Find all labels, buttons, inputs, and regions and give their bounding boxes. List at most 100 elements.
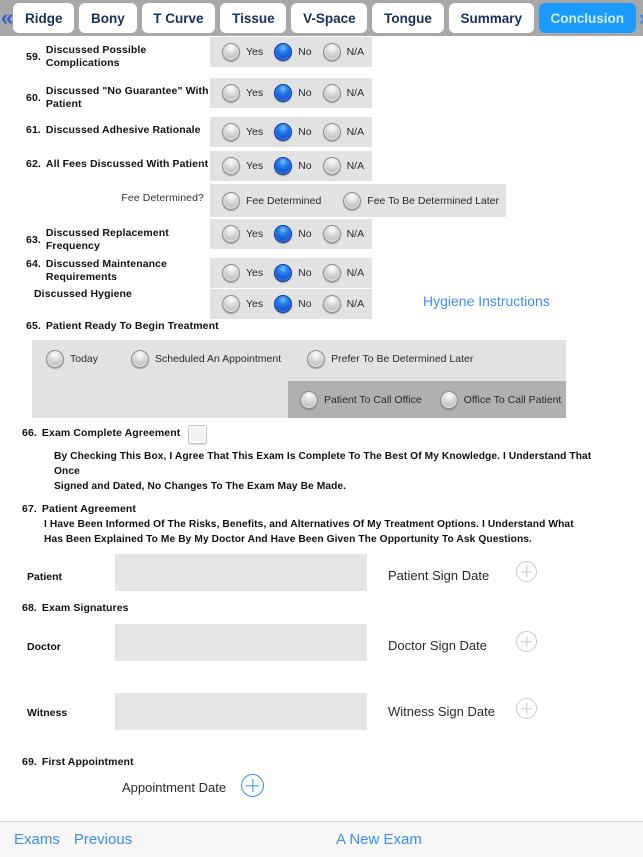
tab-ridge[interactable]: Ridge: [13, 3, 75, 33]
tab-label: Conclusion: [550, 10, 624, 26]
radio-icon[interactable]: [322, 295, 341, 313]
option-yes[interactable]: Yes: [222, 295, 263, 313]
option-today[interactable]: Today: [46, 350, 98, 368]
previous-button[interactable]: Previous: [74, 831, 132, 848]
radio-icon[interactable]: [131, 350, 150, 368]
question-text: Patient Agreement: [41, 503, 136, 515]
radio-icon[interactable]: [274, 225, 293, 243]
new-exam-button[interactable]: A New Exam: [336, 831, 422, 848]
form-scroll-area[interactable]: 59. Discussed Possible Complications Yes…: [0, 36, 643, 821]
radio-icon[interactable]: [222, 295, 240, 313]
option-na[interactable]: N/A: [322, 157, 365, 175]
option-yes[interactable]: Yes: [222, 84, 263, 102]
option-yes[interactable]: Yes: [222, 225, 263, 243]
option-no[interactable]: No: [274, 295, 312, 313]
option-label: Fee To Be Determined Later: [367, 194, 500, 207]
option-na[interactable]: N/A: [322, 225, 364, 243]
witness-sign-date-plus-circle-icon[interactable]: [516, 698, 537, 719]
tab-bony[interactable]: Bony: [79, 3, 137, 33]
option-no[interactable]: No: [274, 43, 312, 61]
radio-icon[interactable]: [322, 157, 341, 175]
question-text: Exam Signatures: [41, 602, 129, 614]
radio-icon[interactable]: [274, 84, 293, 102]
chevron-double-left-icon[interactable]: «: [0, 7, 13, 29]
radio-icon[interactable]: [274, 264, 293, 282]
tab-summary[interactable]: Summary: [448, 3, 534, 33]
option-label: N/A: [346, 160, 365, 172]
option-no[interactable]: No: [274, 264, 312, 282]
radio-icon[interactable]: [274, 43, 293, 61]
option-no[interactable]: No: [274, 225, 312, 243]
body-line-2: Signed and Dated, No Changes To The Exam…: [54, 480, 347, 492]
tab-conclusion[interactable]: Conclusion: [538, 3, 636, 33]
option-yes[interactable]: Yes: [222, 43, 263, 61]
radio-icon[interactable]: [46, 350, 64, 368]
question-number: 65.: [26, 320, 41, 332]
radio-icon[interactable]: [222, 43, 240, 61]
exam-complete-checkbox[interactable]: [188, 425, 207, 444]
option-no[interactable]: No: [274, 84, 312, 102]
radio-icon[interactable]: [307, 350, 326, 368]
option-label: Office To Call Patient: [463, 393, 562, 406]
fee-determined-options: Fee Determined Fee To Be Determined Late…: [210, 184, 506, 217]
option-yes[interactable]: Yes: [222, 264, 263, 282]
option-label: Fee Determined: [246, 194, 322, 207]
option-na[interactable]: N/A: [322, 43, 364, 61]
radio-icon[interactable]: [322, 123, 341, 141]
option-label: Yes: [246, 46, 264, 58]
radio-icon[interactable]: [300, 390, 318, 409]
question-66-body: By Checking This Box, I Agree That This …: [54, 450, 594, 494]
radio-icon[interactable]: [343, 191, 362, 210]
tab-v-space[interactable]: V-Space: [291, 3, 368, 33]
body-line-1: By Checking This Box, I Agree That This …: [54, 451, 592, 477]
option-na[interactable]: N/A: [322, 295, 364, 313]
witness-signature-field[interactable]: [115, 693, 367, 730]
radio-icon[interactable]: [439, 390, 458, 409]
chevron-double-right-icon[interactable]: »: [636, 7, 643, 29]
patient-signature-label: Patient: [27, 571, 63, 583]
option-no[interactable]: No: [274, 123, 312, 141]
option-na[interactable]: N/A: [322, 84, 364, 102]
tab-t-curve[interactable]: T Curve: [141, 3, 216, 33]
patient-sign-date-plus-circle-icon[interactable]: [516, 561, 537, 582]
radio-icon[interactable]: [222, 123, 240, 141]
option-label: Yes: [246, 228, 264, 240]
option-office-to-call-patient[interactable]: Office To Call Patient: [439, 390, 562, 409]
question-number: 66.: [22, 427, 37, 439]
tab-tissue[interactable]: Tissue: [220, 3, 287, 33]
radio-icon[interactable]: [274, 157, 293, 175]
option-prefer-to-be-determined-later[interactable]: Prefer To Be Determined Later: [307, 350, 473, 368]
option-fee-determined[interactable]: Fee Determined: [222, 191, 322, 210]
radio-icon[interactable]: [274, 295, 293, 313]
option-scheduled-an-appointment[interactable]: Scheduled An Appointment: [131, 350, 281, 368]
appointment-date-plus-circle-icon[interactable]: [241, 774, 264, 797]
option-patient-to-call-office[interactable]: Patient To Call Office: [300, 390, 422, 409]
radio-icon[interactable]: [322, 264, 341, 282]
radio-icon[interactable]: [222, 191, 240, 210]
radio-icon[interactable]: [322, 43, 341, 61]
hygiene-instructions-link[interactable]: Hygiene Instructions: [423, 293, 550, 309]
radio-icon[interactable]: [274, 123, 293, 141]
patient-signature-field[interactable]: [115, 554, 367, 591]
radio-icon[interactable]: [222, 84, 240, 102]
option-fee-to-be-determined-later[interactable]: Fee To Be Determined Later: [343, 191, 500, 210]
question-61-options: Yes No N/A: [210, 117, 372, 147]
option-na[interactable]: N/A: [322, 123, 364, 141]
option-label: Patient To Call Office: [324, 393, 422, 406]
tab-tongue[interactable]: Tongue: [372, 3, 444, 33]
appointment-date-label: Appointment Date: [122, 780, 227, 795]
radio-icon[interactable]: [222, 225, 240, 243]
option-yes[interactable]: Yes: [222, 157, 263, 175]
question-62-options: Yes No N/A: [210, 151, 372, 181]
radio-icon[interactable]: [222, 157, 240, 175]
option-no[interactable]: No: [274, 157, 312, 175]
doctor-signature-field[interactable]: [115, 624, 367, 661]
doctor-sign-date-plus-circle-icon[interactable]: [516, 631, 537, 652]
question-65-primary-options: Today Scheduled An Appointment Prefer To…: [32, 340, 566, 378]
exams-button[interactable]: Exams: [14, 831, 60, 848]
option-yes[interactable]: Yes: [222, 123, 263, 141]
radio-icon[interactable]: [222, 264, 240, 282]
option-na[interactable]: N/A: [322, 264, 364, 282]
radio-icon[interactable]: [322, 225, 341, 243]
radio-icon[interactable]: [322, 84, 341, 102]
